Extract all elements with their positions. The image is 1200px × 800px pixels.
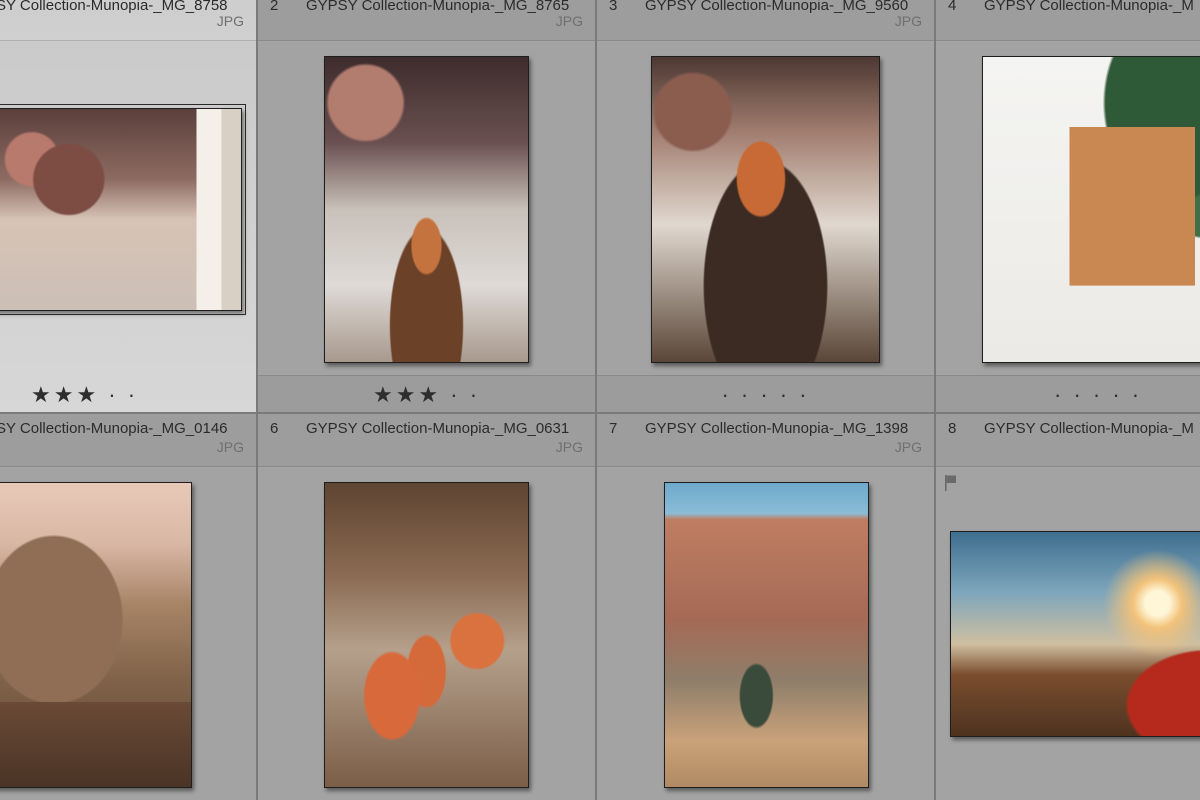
cell-index: 2: [270, 0, 279, 14]
cell-header: SY Collection-Munopia-_MG_8758 JPG: [0, 0, 256, 41]
photo-thumbnail[interactable]: [324, 56, 529, 363]
cell-filename: GYPSY Collection-Munopia-_MG_1398: [645, 420, 909, 437]
grid-cell-5[interactable]: SY Collection-Munopia-_MG_0146 JPG: [0, 414, 258, 800]
photo-thumbnail[interactable]: [324, 482, 529, 788]
cell-footer: · · · · ·: [936, 375, 1200, 412]
cell-filetype: JPG: [555, 13, 583, 29]
cell-filetype: JPG: [894, 13, 922, 29]
cell-index: 6: [270, 420, 279, 437]
cell-index: 3: [609, 0, 618, 14]
cell-footer: · · · · ·: [597, 375, 934, 412]
cell-header: 2 GYPSY Collection-Munopia-_MG_8765 JPG: [258, 0, 595, 41]
cell-filetype: JPG: [555, 439, 583, 455]
grid-cell-7[interactable]: 7 GYPSY Collection-Munopia-_MG_1398 JPG: [597, 414, 936, 800]
cell-header: 8 GYPSY Collection-Munopia-_M: [936, 414, 1200, 467]
cell-header: 6 GYPSY Collection-Munopia-_MG_0631 JPG: [258, 414, 595, 467]
cell-filename: GYPSY Collection-Munopia-_MG_0631: [306, 420, 570, 437]
cell-filename: GYPSY Collection-Munopia-_M: [984, 0, 1194, 14]
cell-filetype: JPG: [216, 13, 244, 29]
cell-footer: ★★★ · ·: [0, 376, 256, 412]
grid-cell-1[interactable]: SY Collection-Munopia-_MG_8758 JPG ★★★ ·…: [0, 0, 258, 414]
photo-thumbnail[interactable]: [0, 104, 246, 315]
star-rating[interactable]: ★★★ · ·: [258, 382, 595, 408]
cell-filename: SY Collection-Munopia-_MG_0146: [0, 420, 228, 437]
cell-filename: GYPSY Collection-Munopia-_MG_8765: [306, 0, 570, 14]
photo-thumbnail[interactable]: [982, 56, 1200, 363]
star-rating[interactable]: · · · · ·: [936, 382, 1200, 408]
star-rating[interactable]: ★★★ · ·: [0, 382, 256, 408]
grid-cell-2[interactable]: 2 GYPSY Collection-Munopia-_MG_8765 JPG …: [258, 0, 597, 414]
photo-thumbnail[interactable]: [651, 56, 880, 363]
cell-header: SY Collection-Munopia-_MG_0146 JPG: [0, 414, 256, 467]
grid-cell-4[interactable]: 4 GYPSY Collection-Munopia-_M · · · · ·: [936, 0, 1200, 414]
cell-index: 4: [948, 0, 957, 14]
cell-index: 8: [948, 420, 957, 437]
flag-icon[interactable]: [944, 474, 958, 492]
star-rating[interactable]: · · · · ·: [597, 382, 934, 408]
photo-thumbnail[interactable]: [664, 482, 869, 788]
cell-filetype: JPG: [894, 439, 922, 455]
grid-cell-6[interactable]: 6 GYPSY Collection-Munopia-_MG_0631 JPG: [258, 414, 597, 800]
cell-header: 3 GYPSY Collection-Munopia-_MG_9560 JPG: [597, 0, 934, 41]
grid-cell-3[interactable]: 3 GYPSY Collection-Munopia-_MG_9560 JPG …: [597, 0, 936, 414]
cell-filename: GYPSY Collection-Munopia-_M: [984, 420, 1194, 437]
cell-footer: ★★★ · ·: [258, 375, 595, 412]
cell-index: 7: [609, 420, 618, 437]
cell-filetype: JPG: [216, 439, 244, 455]
cell-filename: GYPSY Collection-Munopia-_MG_9560: [645, 0, 909, 14]
cell-header: 7 GYPSY Collection-Munopia-_MG_1398 JPG: [597, 414, 934, 467]
cell-filename: SY Collection-Munopia-_MG_8758: [0, 0, 228, 14]
photo-thumbnail[interactable]: [0, 482, 192, 788]
cell-header: 4 GYPSY Collection-Munopia-_M: [936, 0, 1200, 41]
grid-cell-8[interactable]: 8 GYPSY Collection-Munopia-_M: [936, 414, 1200, 800]
photo-thumbnail[interactable]: [950, 531, 1200, 737]
